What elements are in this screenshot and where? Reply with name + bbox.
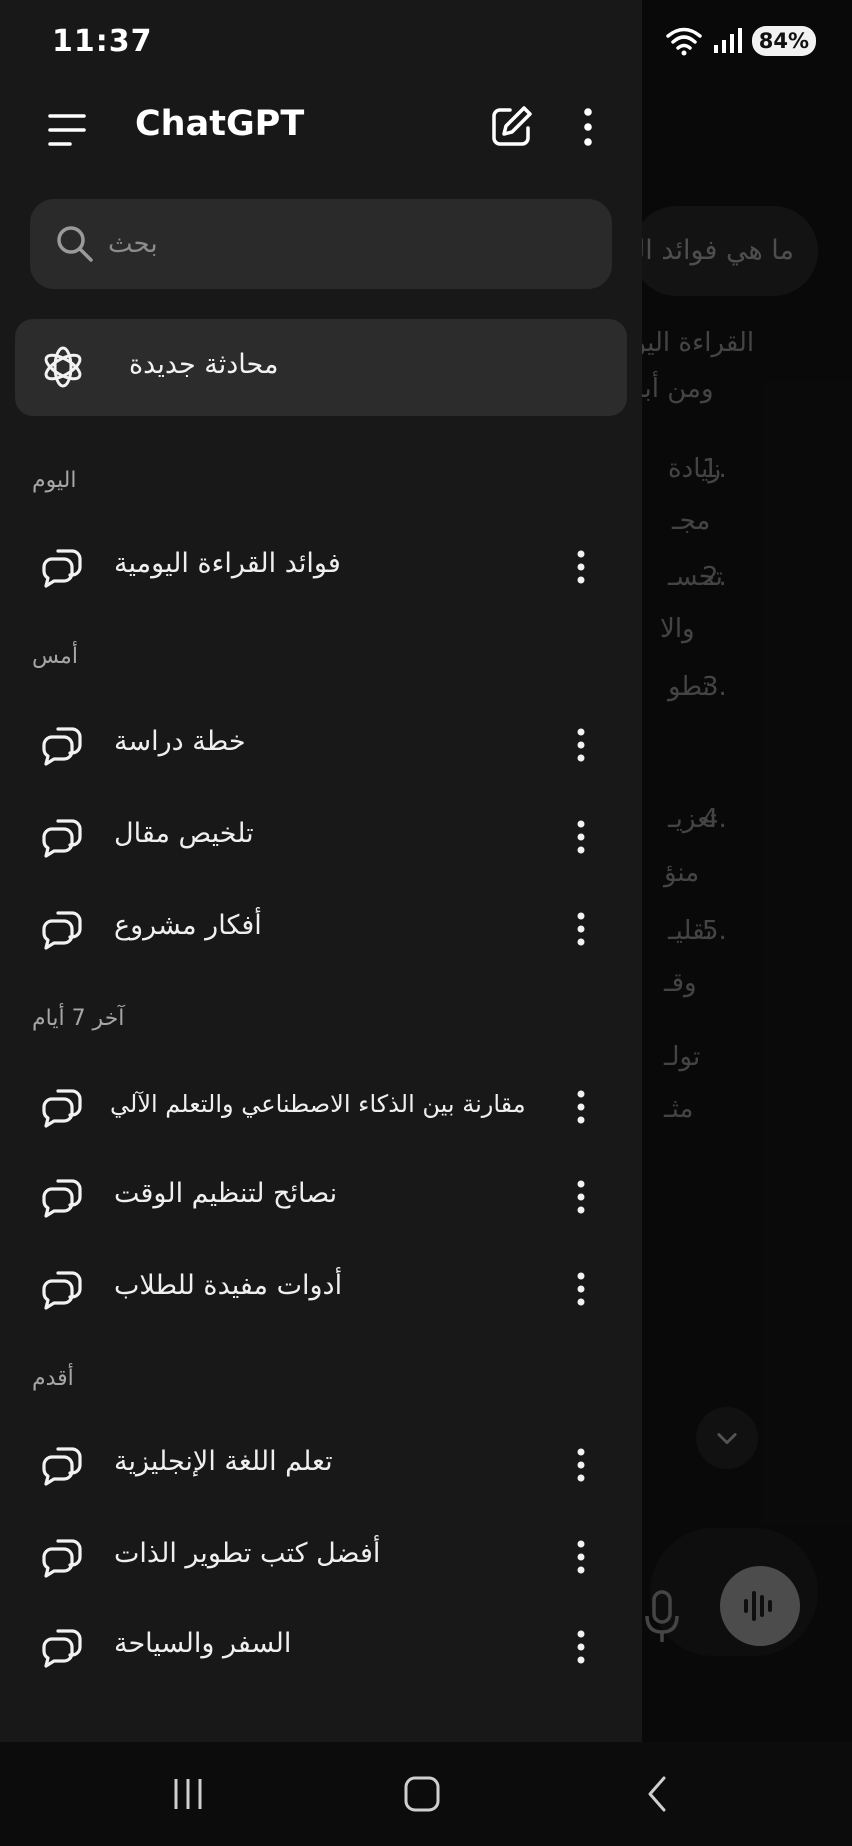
conversation-item[interactable]: تعلم اللغة الإنجليزية (0, 1420, 642, 1510)
conversation-item[interactable]: خطة دراسة (0, 700, 642, 790)
chat-bubbles-icon (42, 1271, 82, 1310)
menu-icon[interactable] (44, 110, 90, 150)
conversation-title: أدوات مفيدة للطلاب (114, 1270, 343, 1301)
section-label-last-7-days: آخر 7 أيام (32, 1006, 125, 1031)
more-vertical-icon[interactable] (566, 1174, 596, 1220)
home-icon (404, 1776, 440, 1812)
conversation-title: تلخيص مقال (114, 818, 254, 849)
search-box[interactable] (30, 199, 612, 289)
conversation-title: أفضل كتب تطوير الذات (114, 1538, 381, 1569)
home-button[interactable] (392, 1764, 452, 1824)
compose-icon[interactable] (488, 104, 534, 150)
chat-bubbles-icon (42, 1629, 82, 1668)
search-icon (57, 226, 93, 262)
conversation-title: مقارنة بين الذكاء الاصطناعي والتعلم الآل… (110, 1090, 526, 1118)
search-input[interactable] (108, 199, 308, 289)
conversation-item[interactable]: أدوات مفيدة للطلاب (0, 1244, 642, 1334)
conversation-item[interactable]: أفضل كتب تطوير الذات (0, 1512, 642, 1602)
status-bar: 11:37 84% (0, 0, 852, 82)
navigation-drawer: ChatGPT بحث محادثة جديدة اليوم فوائد الق… (0, 0, 642, 1742)
more-vertical-icon[interactable] (566, 814, 596, 860)
chat-bubbles-icon (42, 549, 82, 588)
conversation-item[interactable]: فوائد القراءة اليومية (0, 522, 642, 612)
back-icon (648, 1776, 666, 1812)
more-vertical-icon[interactable] (566, 722, 596, 768)
new-chat-label: محادثة جديدة (129, 349, 279, 380)
conversation-item[interactable]: نصائح لتنظيم الوقت (0, 1152, 642, 1242)
system-navigation-bar (0, 1742, 852, 1846)
section-label-yesterday: أمس (32, 644, 78, 669)
recent-apps-icon (174, 1779, 202, 1809)
signal-icon (713, 28, 742, 53)
conversation-title: نصائح لتنظيم الوقت (114, 1178, 338, 1209)
new-chat-button[interactable]: محادثة جديدة (15, 319, 627, 416)
chat-bubbles-icon (42, 911, 82, 950)
app-title: ChatGPT (135, 104, 305, 144)
chat-bubbles-icon (42, 1089, 82, 1128)
clock: 11:37 (52, 23, 153, 59)
section-label-today: اليوم (32, 468, 77, 493)
wifi-icon (665, 27, 702, 56)
chat-bubbles-icon (42, 819, 82, 858)
more-vertical-icon[interactable] (566, 906, 596, 952)
more-vertical-icon[interactable] (566, 544, 596, 590)
battery-indicator: 84% (751, 26, 816, 56)
status-icons: 84% (665, 26, 816, 56)
conversation-title: السفر والسياحة (114, 1628, 292, 1659)
conversation-title: فوائد القراءة اليومية (114, 548, 341, 579)
chat-bubbles-icon (42, 1539, 82, 1578)
conversation-item[interactable]: مقارنة بين الذكاء الاصطناعي والتعلم الآل… (0, 1062, 642, 1152)
section-label-older: أقدم (32, 1366, 74, 1391)
more-vertical-icon[interactable] (566, 1534, 596, 1580)
screen: ما هي فوائد القراءة اليومية القراءة اليو… (0, 0, 852, 1846)
chatgpt-logo-icon (44, 346, 82, 388)
chat-bubbles-icon (42, 1447, 82, 1486)
conversation-title: أفكار مشروع (114, 910, 262, 941)
chat-bubbles-icon (42, 727, 82, 766)
conversation-title: تعلم اللغة الإنجليزية (114, 1446, 333, 1477)
conversation-item[interactable]: تلخيص مقال (0, 792, 642, 882)
chat-bubbles-icon (42, 1179, 82, 1218)
conversation-title: خطة دراسة (114, 726, 246, 757)
drawer-header: ChatGPT (0, 96, 642, 162)
more-vertical-icon[interactable] (574, 104, 602, 150)
conversation-item[interactable]: السفر والسياحة (0, 1602, 642, 1692)
more-vertical-icon[interactable] (566, 1084, 596, 1130)
recent-apps-button[interactable] (158, 1764, 218, 1824)
back-button[interactable] (628, 1764, 688, 1824)
more-vertical-icon[interactable] (566, 1266, 596, 1312)
conversation-item[interactable]: أفكار مشروع (0, 884, 642, 974)
more-vertical-icon[interactable] (566, 1624, 596, 1670)
more-vertical-icon[interactable] (566, 1442, 596, 1488)
